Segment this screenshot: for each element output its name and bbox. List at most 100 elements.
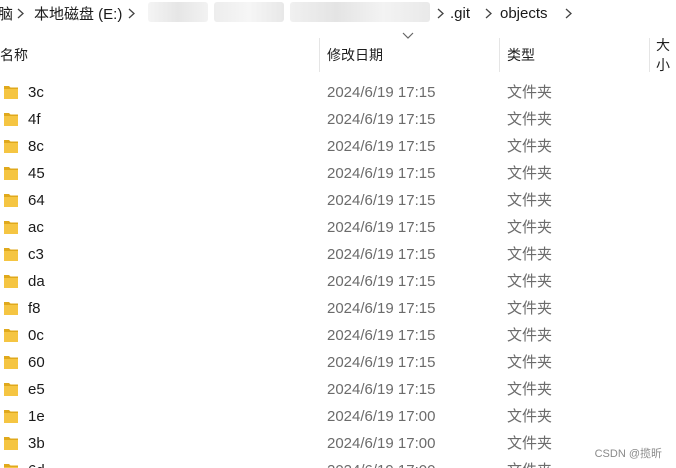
folder-icon <box>4 86 18 99</box>
file-type: 文件夹 <box>507 219 553 236</box>
folder-icon <box>4 167 18 180</box>
column-divider[interactable] <box>649 38 650 72</box>
file-name: 3c <box>28 84 44 101</box>
file-type: 文件夹 <box>507 327 553 344</box>
file-name: c3 <box>28 246 44 263</box>
file-name: 6d <box>28 457 45 468</box>
watermark: CSDN @揽昕 <box>594 448 662 460</box>
folder-icon <box>4 356 18 369</box>
column-header-row: 名称 修改日期 类型 大小 <box>0 38 676 72</box>
file-modified-date: 2024/6/19 17:15 <box>327 219 436 236</box>
file-type: 文件夹 <box>507 138 553 155</box>
folder-icon <box>4 140 18 153</box>
file-type: 文件夹 <box>507 273 553 290</box>
column-header-type-label: 类型 <box>507 47 535 63</box>
file-modified-date: 2024/6/19 17:15 <box>327 84 436 101</box>
column-header-size-label: 大小 <box>656 38 670 72</box>
column-header-type[interactable]: 类型 <box>507 38 647 72</box>
folder-icon <box>4 464 18 468</box>
column-header-size[interactable]: 大小 <box>656 38 676 72</box>
file-row[interactable]: 3c 2024/6/19 17:15 文件夹 <box>0 79 676 106</box>
folder-icon <box>4 437 18 450</box>
chevron-right-icon[interactable] <box>14 0 26 26</box>
file-name: 60 <box>28 354 45 371</box>
column-divider[interactable] <box>499 38 500 72</box>
file-modified-date: 2024/6/19 17:15 <box>327 273 436 290</box>
file-modified-date: 2024/6/19 17:15 <box>327 381 436 398</box>
file-name: da <box>28 273 45 290</box>
file-row[interactable]: 45 2024/6/19 17:15 文件夹 <box>0 160 676 187</box>
file-modified-date: 2024/6/19 17:15 <box>327 192 436 209</box>
file-row[interactable]: 8c 2024/6/19 17:15 文件夹 <box>0 133 676 160</box>
file-modified-date: 2024/6/19 17:15 <box>327 327 436 344</box>
folder-icon <box>4 248 18 261</box>
file-name: 4f <box>28 111 41 128</box>
file-name: 8c <box>28 138 44 155</box>
column-header-date[interactable]: 修改日期 <box>327 38 497 72</box>
column-divider[interactable] <box>319 38 320 72</box>
redacted-path-segment <box>148 2 208 22</box>
column-header-name[interactable]: 名称 <box>0 38 318 72</box>
file-row[interactable]: 60 2024/6/19 17:15 文件夹 <box>0 349 676 376</box>
file-name: f8 <box>28 300 41 317</box>
file-type: 文件夹 <box>507 165 553 182</box>
chevron-right-icon[interactable] <box>434 0 446 26</box>
folder-icon <box>4 194 18 207</box>
file-modified-date: 2024/6/19 17:00 <box>327 435 436 452</box>
file-type: 文件夹 <box>507 246 553 263</box>
file-name: e5 <box>28 381 45 398</box>
file-row[interactable]: 6d 2024/6/19 17:00 文件夹 <box>0 457 676 468</box>
file-type: 文件夹 <box>507 408 553 425</box>
breadcrumb-item-git[interactable]: .git <box>448 0 472 26</box>
file-name: 3b <box>28 435 45 452</box>
file-type: 文件夹 <box>507 435 553 452</box>
column-header-date-label: 修改日期 <box>327 47 383 63</box>
file-name: 64 <box>28 192 45 209</box>
file-row[interactable]: e5 2024/6/19 17:15 文件夹 <box>0 376 676 403</box>
breadcrumb-item-objects[interactable]: objects <box>498 0 550 26</box>
file-type: 文件夹 <box>507 111 553 128</box>
folder-icon <box>4 329 18 342</box>
file-row[interactable]: ac 2024/6/19 17:15 文件夹 <box>0 214 676 241</box>
file-row[interactable]: 0c 2024/6/19 17:15 文件夹 <box>0 322 676 349</box>
file-name: 0c <box>28 327 44 344</box>
file-row[interactable]: 1e 2024/6/19 17:00 文件夹 <box>0 403 676 430</box>
file-modified-date: 2024/6/19 17:00 <box>327 457 435 468</box>
chevron-right-icon[interactable] <box>125 0 137 26</box>
redacted-path-segment <box>214 2 284 22</box>
file-row[interactable]: 4f 2024/6/19 17:15 文件夹 <box>0 106 676 133</box>
file-modified-date: 2024/6/19 17:15 <box>327 246 436 263</box>
file-type: 文件夹 <box>507 84 553 101</box>
file-modified-date: 2024/6/19 17:15 <box>327 165 436 182</box>
column-header-name-label: 名称 <box>0 47 28 63</box>
breadcrumb-item-drive-e[interactable]: 本地磁盘 (E:) <box>32 0 124 26</box>
file-name: ac <box>28 219 44 236</box>
file-type: 文件夹 <box>507 192 553 209</box>
folder-icon <box>4 410 18 423</box>
file-modified-date: 2024/6/19 17:15 <box>327 300 436 317</box>
file-name: 1e <box>28 408 45 425</box>
file-explorer-window: 脑 本地磁盘 (E:) .git objects 名称 修改日期 类型 大小 3… <box>0 0 676 468</box>
chevron-right-icon[interactable] <box>562 0 574 26</box>
file-type: 文件夹 <box>507 381 553 398</box>
file-modified-date: 2024/6/19 17:15 <box>327 354 436 371</box>
file-row[interactable]: f8 2024/6/19 17:15 文件夹 <box>0 295 676 322</box>
chevron-right-icon[interactable] <box>482 0 494 26</box>
file-row[interactable]: da 2024/6/19 17:15 文件夹 <box>0 268 676 295</box>
redacted-path-segment <box>290 2 430 22</box>
file-name: 45 <box>28 165 45 182</box>
file-row[interactable]: 64 2024/6/19 17:15 文件夹 <box>0 187 676 214</box>
file-modified-date: 2024/6/19 17:15 <box>327 111 436 128</box>
folder-icon <box>4 383 18 396</box>
folder-icon <box>4 302 18 315</box>
file-type: 文件夹 <box>507 457 552 468</box>
file-type: 文件夹 <box>507 300 553 317</box>
folder-icon <box>4 221 18 234</box>
folder-icon <box>4 113 18 126</box>
folder-icon <box>4 275 18 288</box>
file-type: 文件夹 <box>507 354 553 371</box>
breadcrumb-item-computer[interactable]: 脑 <box>0 0 15 26</box>
file-row[interactable]: c3 2024/6/19 17:15 文件夹 <box>0 241 676 268</box>
breadcrumb: 脑 本地磁盘 (E:) .git objects <box>0 0 676 26</box>
file-row[interactable]: 3b 2024/6/19 17:00 文件夹 <box>0 430 676 457</box>
